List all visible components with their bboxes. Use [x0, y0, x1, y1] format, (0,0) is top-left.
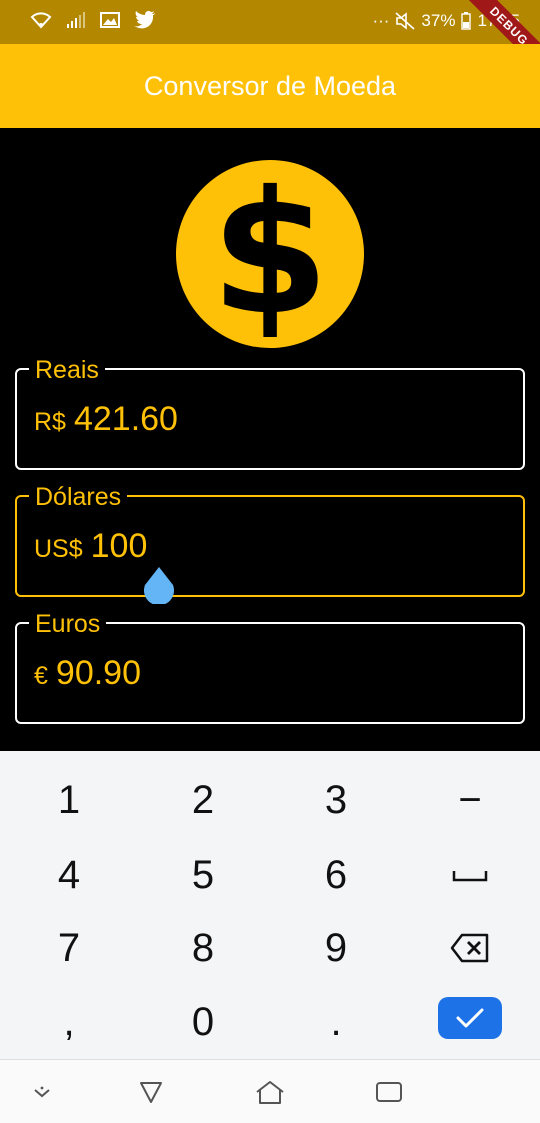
reais-label: Reais	[29, 357, 105, 383]
dolares-content: US$ 100	[34, 527, 147, 566]
home-icon	[256, 1081, 284, 1104]
key-8[interactable]: 8	[153, 913, 253, 983]
dolares-field[interactable]: Dólares US$ 100	[15, 484, 525, 597]
euros-content: € 90.90	[34, 654, 141, 693]
key-minus[interactable]: −	[420, 765, 520, 835]
home-button[interactable]	[250, 1076, 290, 1108]
hide-keyboard-button[interactable]	[22, 1076, 62, 1108]
recent-apps-icon	[376, 1082, 402, 1102]
euros-value: 90.90	[55, 654, 141, 692]
key-0[interactable]: 0	[153, 987, 253, 1057]
key-3[interactable]: 3	[286, 765, 386, 835]
key-5[interactable]: 5	[153, 840, 253, 910]
battery-icon	[461, 12, 472, 30]
confirm-button[interactable]	[438, 997, 502, 1039]
status-bar: ··· 37% 17:35 DEBUG	[0, 0, 540, 80]
back-button[interactable]	[131, 1076, 171, 1108]
reais-value: 421.60	[73, 400, 178, 438]
chevron-down-icon	[34, 1086, 50, 1098]
wifi-icon	[30, 12, 52, 29]
signal-icon	[67, 12, 85, 28]
key-1[interactable]: 1	[19, 765, 119, 835]
euros-label: Euros	[29, 611, 107, 637]
gallery-icon	[100, 12, 120, 28]
mute-icon	[395, 12, 415, 30]
euros-prefix: €	[34, 662, 48, 690]
key-space[interactable]	[420, 840, 520, 910]
key-comma[interactable]: ,	[19, 987, 119, 1057]
status-left-icons	[30, 11, 156, 29]
key-6[interactable]: 6	[286, 840, 386, 910]
navigation-bar	[0, 1059, 540, 1123]
cursor-handle[interactable]	[142, 566, 176, 604]
key-2[interactable]: 2	[153, 765, 253, 835]
key-dot[interactable]: .	[286, 987, 386, 1057]
app-bar: Conversor de Moeda	[0, 44, 540, 128]
reais-prefix: R$	[34, 408, 66, 436]
key-backspace[interactable]	[420, 913, 520, 983]
reais-content: R$ 421.60	[34, 400, 178, 439]
reais-field[interactable]: Reais R$ 421.60	[15, 357, 525, 470]
battery-percent: 37%	[421, 11, 456, 30]
page-title: Conversor de Moeda	[143, 70, 397, 101]
key-7[interactable]: 7	[19, 913, 119, 983]
dolares-value: 100	[90, 527, 148, 565]
check-icon	[456, 1008, 484, 1028]
key-4[interactable]: 4	[19, 840, 119, 910]
space-icon	[452, 871, 488, 882]
key-9[interactable]: 9	[286, 913, 386, 983]
more-dots: ···	[372, 11, 390, 30]
euros-field[interactable]: Euros € 90.90	[15, 611, 525, 724]
twitter-icon	[134, 11, 155, 29]
recent-apps-button[interactable]	[369, 1076, 409, 1108]
back-triangle-icon	[140, 1082, 162, 1103]
dolares-prefix: US$	[34, 535, 83, 563]
dolares-label: Dólares	[29, 484, 128, 510]
numeric-keyboard: 1 2 3 − 4 5 6 7 8 9 , 0 .	[0, 751, 540, 1059]
backspace-icon	[450, 933, 489, 963]
dollar-coin-icon: $	[176, 160, 364, 348]
dollar-symbol: $	[210, 155, 330, 353]
